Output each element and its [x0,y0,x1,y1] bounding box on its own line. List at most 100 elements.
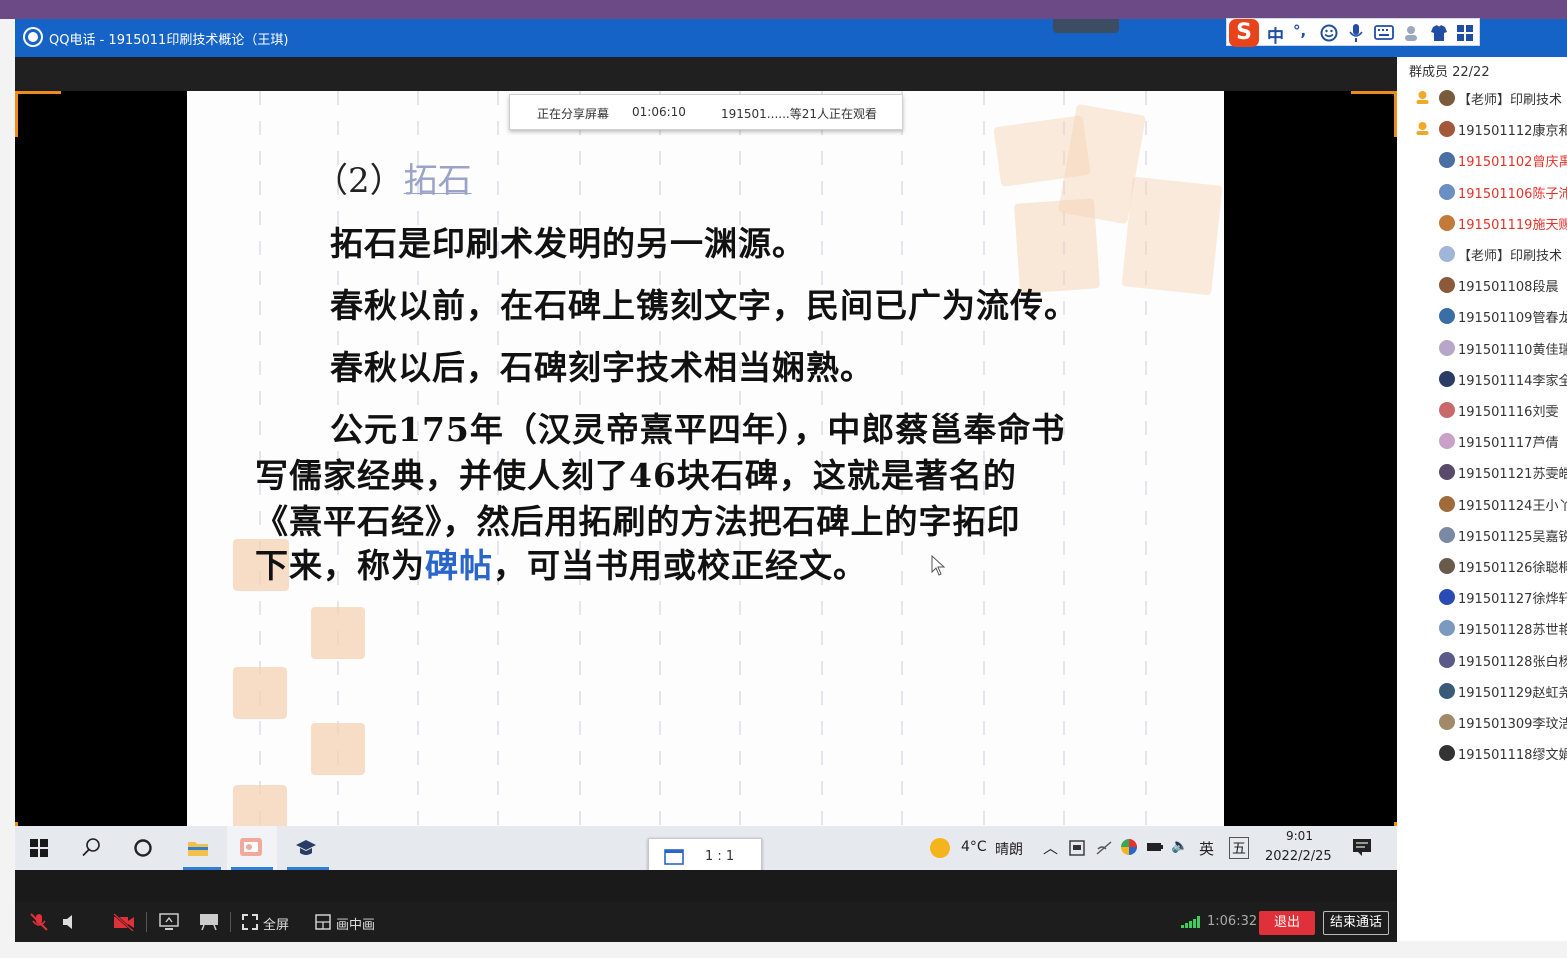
user-skin-icon[interactable] [1403,24,1423,42]
member-name: 【老师】印刷技术 [1458,249,1563,264]
cortana-icon[interactable] [133,838,153,858]
member-row[interactable]: 191501128张白杨 [1397,645,1567,676]
member-row[interactable]: 191501114李家全 [1397,364,1567,395]
member-row[interactable]: 【老师】印刷技术 [1397,83,1567,114]
member-row[interactable]: 191501121苏雯皓 [1397,457,1567,488]
slide-line-7-a: 下来，称为 [255,546,425,585]
avatar[interactable] [1439,495,1455,512]
avatar[interactable] [1439,90,1455,106]
whiteboard-icon[interactable] [199,913,219,931]
tray-app-icon[interactable] [1069,840,1085,856]
avatar[interactable] [1439,682,1455,699]
tray-expand-icon[interactable]: ︿ [1043,837,1058,858]
avatar[interactable] [1439,464,1455,481]
avatar[interactable] [1439,620,1455,637]
avatar[interactable] [1439,246,1455,262]
avatar[interactable] [1439,589,1455,606]
avatar[interactable] [1439,714,1455,730]
avatar[interactable] [1439,183,1455,200]
windows-start-icon[interactable] [30,839,48,857]
member-row[interactable]: 191501117芦倩 [1397,426,1567,457]
battery-icon[interactable] [1146,841,1164,853]
pip-label[interactable]: 画中画 [336,914,375,933]
slide-line-5: 写儒家经典，并使人刻了46块石碑，这就是著名的 [255,456,1017,495]
member-row[interactable]: 191501309李玟洁 [1397,707,1567,738]
share-screen-icon[interactable] [159,913,179,931]
seal-stamp-decor [233,667,287,719]
avatar[interactable] [1439,651,1455,668]
notification-icon[interactable] [1352,838,1372,856]
network-icon[interactable] [1095,840,1113,856]
member-row[interactable]: 191501109管春龙 [1397,301,1567,332]
tray-colorful-app-icon[interactable] [1121,839,1137,855]
member-row[interactable]: 191501110黄佳瑞 [1397,333,1567,364]
search-icon[interactable] [81,837,101,857]
presentation-slide: 正在分享屏幕 01:06:10 191501......等21人正在观看 （2）… [187,91,1224,826]
fullscreen-icon[interactable] [242,914,258,930]
member-list-panel[interactable]: 群成员 22/22 【老师】印刷技术 191501112康京和 191501102曾… [1397,57,1567,941]
shirt-icon[interactable] [1430,24,1448,42]
ime-wubi-indicator[interactable]: 五 [1229,837,1249,859]
avatar[interactable] [1439,402,1455,418]
exit-button[interactable]: 退出 [1259,911,1315,935]
member-row[interactable]: 191501108段晨 [1397,270,1567,301]
pip-icon[interactable] [315,914,331,930]
slide-heading: （2）拓石 [314,153,472,202]
avatar[interactable] [1439,339,1455,356]
member-row[interactable]: 191501102曾庆禹 [1397,145,1567,176]
member-row[interactable]: 191501127徐烨轩 [1397,582,1567,613]
member-row[interactable]: 191501125吴嘉锐 [1397,520,1567,551]
taskbar-time[interactable]: 9:01 [1286,829,1313,843]
member-row[interactable]: 191501119施天赐 [1397,208,1567,239]
sogou-ime-toolbar[interactable]: S 中 °, [1226,18,1480,47]
member-row[interactable]: 191501124王小丫 [1397,489,1567,520]
ratio-label[interactable]: 1 : 1 [705,849,734,864]
mic-mute-icon[interactable] [29,912,49,932]
aspect-ratio-popup[interactable]: 1 : 1 [648,838,762,874]
member-row[interactable]: 191501129赵虹尧 [1397,676,1567,707]
member-row[interactable]: 191501106陈子沛 [1397,177,1567,208]
slide-heading-link[interactable]: 拓石 [404,161,472,201]
member-row[interactable]: 191501116刘雯 [1397,395,1567,426]
member-row[interactable]: 191501126徐聪桐 [1397,551,1567,582]
avatar[interactable] [1439,558,1455,574]
toolbox-grid-icon[interactable] [1456,24,1474,42]
divider [146,912,147,932]
sogou-icon[interactable]: S [1229,19,1259,47]
member-row[interactable]: 191501112康京和 [1397,114,1567,145]
mic-icon[interactable] [1348,23,1364,43]
folder-icon[interactable] [187,838,209,858]
avatar[interactable] [1439,370,1455,387]
member-row[interactable]: 191501128苏世艳 [1397,613,1567,644]
camera-pull-tab[interactable] [1053,19,1119,33]
slide-line-6: 《熹平石经》，然后用拓刷的方法把石碑上的字拓印 [255,502,1021,541]
ime-mode-toggle[interactable]: 中 [1267,22,1284,47]
camera-off-icon[interactable] [113,913,135,931]
taskbar-date[interactable]: 2022/2/25 [1265,849,1332,864]
avatar[interactable] [1439,308,1455,325]
speaker-icon[interactable] [61,913,79,931]
slide-line-1: 拓石是印刷术发明的另一渊源。 [330,224,806,263]
avatar[interactable] [1439,433,1455,450]
slide-line-2: 春秋以前，在石碑上镌刻文字，民间已广为流传。 [330,286,1078,325]
avatar[interactable] [1439,526,1455,543]
end-call-button[interactable]: 结束通话 [1323,911,1389,935]
ime-punct-toggle[interactable]: °, [1293,22,1306,40]
weather-desc[interactable]: 晴朗 [995,839,1023,859]
member-name: 191501126徐聪桐 [1458,561,1567,576]
avatar[interactable] [1439,214,1455,231]
volume-icon[interactable]: 🔈 [1171,838,1188,854]
fullscreen-label[interactable]: 全屏 [263,914,289,933]
weather-temp[interactable]: 4°C [961,839,987,855]
emoji-icon[interactable] [1320,24,1338,42]
member-row[interactable]: 【老师】印刷技术 [1397,239,1567,270]
member-row[interactable]: 191501118缪文娟 [1397,738,1567,769]
keyboard-icon[interactable] [1374,25,1394,40]
lang-indicator[interactable]: 英 [1199,838,1214,859]
avatar[interactable] [1439,152,1455,169]
avatar[interactable] [1439,745,1455,762]
avatar[interactable] [1439,121,1455,138]
avatar[interactable] [1439,277,1455,294]
share-frame-corner-tl [15,91,61,137]
graduation-cap-icon[interactable] [295,838,317,858]
